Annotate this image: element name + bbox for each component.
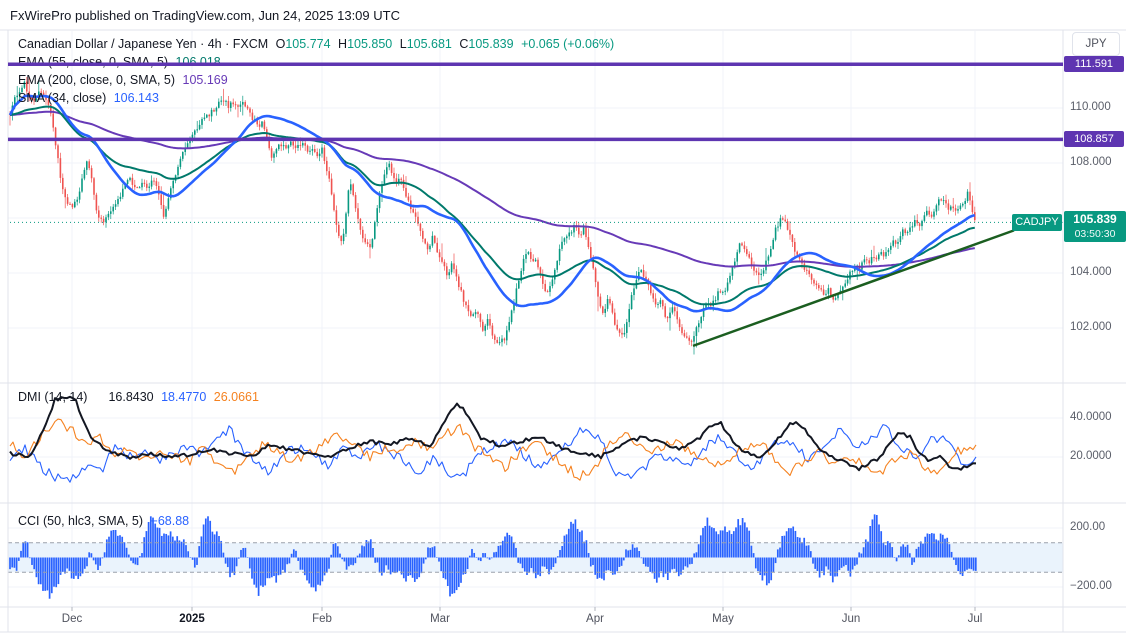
sma34-label: SMA (34, close) — [18, 91, 107, 105]
price-tick-label: 102.000 — [1070, 321, 1112, 333]
cci-value: −68.88 — [150, 514, 190, 528]
ema200-label: EMA (200, close, 0, SMA, 5) — [18, 73, 176, 87]
cci-legend-row[interactable]: CCI (50, hlc3, SMA, 5) −68.88 — [18, 514, 193, 528]
ema200-value: 105.169 — [182, 73, 228, 87]
ema55-legend-row[interactable]: EMA (55, close, 0, SMA, 5) 106.018 — [18, 55, 225, 69]
ohlc-open: O105.774 — [275, 37, 331, 51]
level-badge-108857: 108.857 — [1064, 131, 1124, 148]
cci-tick-label: −200.00 — [1070, 580, 1112, 592]
cci-tick-label: 200.00 — [1070, 521, 1106, 533]
last-price-symbol-badge: CADJPY — [1012, 213, 1062, 231]
dmi-minus-di-value: 26.0661 — [213, 390, 259, 404]
price-tick-label: 104.000 — [1070, 266, 1112, 278]
time-axis-label-feb: Feb — [312, 613, 332, 625]
cci-label: CCI (50, hlc3, SMA, 5) — [18, 514, 144, 528]
time-axis-label-jul: Jul — [967, 613, 983, 625]
dmi-plus-di-value: 18.4770 — [161, 390, 207, 404]
ohlc-low: L105.681 — [399, 37, 452, 51]
time-axis-label-may: May — [712, 613, 734, 625]
ema55-label: EMA (55, close, 0, SMA, 5) — [18, 55, 169, 69]
time-axis-label-jun: Jun — [841, 613, 861, 625]
symbol-legend-row[interactable]: Canadian Dollar / Japanese Yen · 4h · FX… — [18, 37, 618, 51]
dmi-tick-label: 20.0000 — [1070, 450, 1112, 462]
price-axis-currency-label: JPY — [1072, 32, 1120, 56]
level-badge-111591: 111.591 — [1064, 56, 1124, 73]
price-tick-label: 110.000 — [1070, 101, 1111, 113]
last-price-value: 105.839 — [1073, 212, 1117, 227]
dmi-label: DMI (14, 14) — [18, 390, 88, 404]
time-axis-label-dec: Dec — [61, 613, 83, 625]
ema55-value: 106.018 — [175, 55, 221, 69]
time-axis-label-apr: Apr — [586, 613, 604, 625]
chart-canvas[interactable] — [0, 0, 1126, 639]
symbol-title: Canadian Dollar / Japanese Yen · 4h · FX… — [18, 37, 269, 51]
sma34-value: 106.143 — [113, 91, 159, 105]
bar-countdown: 03:50:30 — [1074, 228, 1116, 241]
price-tick-label: 108.000 — [1070, 156, 1112, 168]
dmi-tick-label: 40.0000 — [1070, 411, 1112, 423]
ema200-legend-row[interactable]: EMA (200, close, 0, SMA, 5) 105.169 — [18, 73, 232, 87]
dmi-adx-value: 16.8430 — [108, 390, 154, 404]
sma34-legend-row[interactable]: SMA (34, close) 106.143 — [18, 91, 163, 105]
change-value: +0.065 (+0.06%) — [521, 37, 615, 51]
last-price-badge: 105.839 03:50:30 — [1064, 211, 1126, 243]
ohlc-high: H105.850 — [338, 37, 393, 51]
dmi-legend-row[interactable]: DMI (14, 14) 16.8430 18.4770 26.0661 — [18, 390, 263, 404]
time-axis-label-2025: 2025 — [179, 613, 205, 625]
time-axis-label-mar: Mar — [430, 613, 450, 625]
ohlc-close: C105.839 — [459, 37, 514, 51]
tradingview-published-chart: { "header": {"published": "FxWirePro pub… — [0, 0, 1126, 639]
